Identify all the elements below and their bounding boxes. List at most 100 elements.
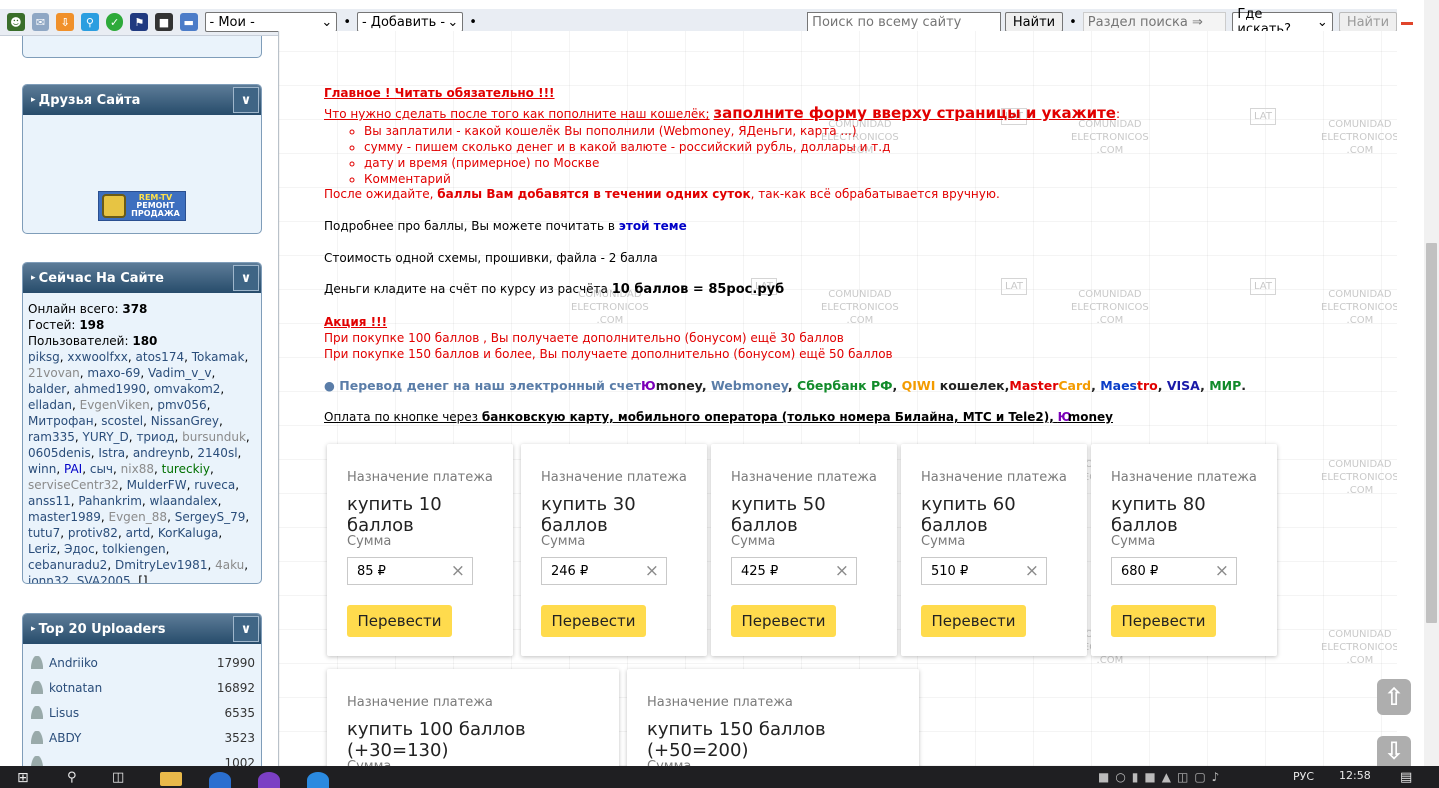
rem-tv-banner[interactable]: REM-TV РЕМОНТ ПРОДАЖА bbox=[98, 191, 186, 221]
section-search-input[interactable]: Раздел поиска ⇒ bbox=[1082, 12, 1227, 32]
online-user-link[interactable]: Vadim_v_v bbox=[148, 366, 211, 380]
online-user-link[interactable]: Istra bbox=[98, 446, 125, 460]
transfer-button[interactable]: Перевести bbox=[1111, 605, 1216, 637]
online-user-link[interactable]: protiv82 bbox=[68, 526, 118, 540]
uploader-name-text[interactable]: ABDY bbox=[49, 731, 81, 745]
online-user-link[interactable]: PAI bbox=[64, 462, 82, 476]
chip-icon[interactable]: ■ bbox=[155, 13, 173, 31]
where-search-select[interactable]: Где искать? ⌄ bbox=[1232, 7, 1333, 37]
uploader-name[interactable]: Lisus bbox=[31, 706, 79, 720]
uploader-name-text[interactable]: kotnatan bbox=[49, 681, 102, 695]
online-user-link[interactable]: YURY_D bbox=[83, 430, 129, 444]
language-indicator[interactable]: РУС bbox=[1293, 770, 1314, 783]
online-user-link[interactable]: tolkiengen bbox=[102, 542, 165, 556]
online-user-link[interactable]: bursunduk bbox=[182, 430, 246, 444]
online-user-link[interactable]: andreynb bbox=[133, 446, 190, 460]
online-user-link[interactable]: сыч bbox=[90, 462, 113, 476]
sum-value[interactable]: 425 ₽ bbox=[741, 564, 778, 579]
scroll-up-arrow-icon[interactable]: ⇧ bbox=[1377, 679, 1411, 715]
page-scrollbar[interactable] bbox=[1424, 0, 1439, 766]
chevron-down-icon[interactable]: ∨ bbox=[233, 616, 259, 642]
uploader-name-text[interactable]: Andriiko bbox=[49, 656, 98, 670]
fill-form-link[interactable]: заполните форму вверху страницы и укажит… bbox=[713, 104, 1116, 122]
sum-value[interactable]: 246 ₽ bbox=[551, 564, 588, 579]
online-user-link[interactable]: nix88 bbox=[121, 462, 154, 476]
flag-icon[interactable]: ⚑ bbox=[130, 13, 149, 31]
online-user-link[interactable]: триод bbox=[136, 430, 174, 444]
online-user-link[interactable]: EvgenViken bbox=[80, 398, 150, 412]
online-user-link[interactable]: master1989 bbox=[28, 510, 101, 524]
transfer-button[interactable]: Перевести bbox=[347, 605, 452, 637]
online-user-link[interactable]: elladan bbox=[28, 398, 72, 412]
online-user-link[interactable]: omvakom2 bbox=[154, 382, 221, 396]
clear-icon[interactable]: × bbox=[645, 562, 659, 580]
sum-input[interactable]: 425 ₽ × bbox=[731, 557, 857, 585]
online-user-link[interactable]: Tokamak bbox=[192, 350, 245, 364]
online-user-link[interactable]: cebanuradu2 bbox=[28, 558, 107, 572]
download-icon[interactable]: ⇩ bbox=[56, 13, 75, 31]
online-user-link[interactable]: [] bbox=[138, 574, 147, 583]
online-user-link[interactable]: tutu7 bbox=[28, 526, 60, 540]
windows-start-icon[interactable]: ⊞ bbox=[17, 770, 29, 786]
task-view-icon[interactable]: ◫ bbox=[112, 770, 124, 785]
online-user-link[interactable]: jonn32 bbox=[28, 574, 69, 583]
chevron-down-icon[interactable]: ∨ bbox=[233, 265, 259, 291]
sum-input[interactable]: 246 ₽ × bbox=[541, 557, 667, 585]
scroll-down-arrow-icon[interactable]: ⇩ bbox=[1377, 736, 1411, 766]
online-user-link[interactable]: ruveca bbox=[194, 478, 235, 492]
browser-icon[interactable] bbox=[209, 772, 231, 788]
clear-icon[interactable]: × bbox=[835, 562, 849, 580]
sum-value[interactable]: 510 ₽ bbox=[931, 564, 968, 579]
online-user-link[interactable]: DmitryLev1981 bbox=[115, 558, 208, 572]
search-button[interactable]: Найти bbox=[1004, 12, 1064, 32]
file-explorer-icon[interactable] bbox=[160, 772, 182, 786]
search-icon[interactable]: ⚲ bbox=[81, 13, 99, 31]
online-user-link[interactable]: artd bbox=[126, 526, 151, 540]
online-user-link[interactable]: NissanGrey bbox=[151, 414, 219, 428]
clock[interactable]: 12:58 bbox=[1339, 769, 1371, 782]
online-user-link[interactable]: 2140sl bbox=[197, 446, 237, 460]
more-link[interactable]: этой теме bbox=[619, 219, 687, 233]
book-icon[interactable]: ▬ bbox=[179, 13, 198, 31]
online-user-link[interactable]: Leriz bbox=[28, 542, 56, 556]
mine-select[interactable]: - Мои - ⌄ bbox=[204, 12, 338, 32]
online-user-link[interactable]: 0605denis bbox=[28, 446, 91, 460]
sum-input[interactable]: 85 ₽ × bbox=[347, 557, 473, 585]
online-user-link[interactable]: MulderFW bbox=[127, 478, 187, 492]
scrollbar-thumb[interactable] bbox=[1426, 243, 1437, 623]
search-icon[interactable]: ⚲ bbox=[67, 770, 77, 785]
online-user-link[interactable]: atos174 bbox=[136, 350, 185, 364]
site-search-input[interactable]: Поиск по всему сайту bbox=[807, 12, 1001, 32]
uploader-name[interactable]: ABDY bbox=[31, 731, 81, 745]
clear-icon[interactable]: × bbox=[451, 562, 465, 580]
online-user-link[interactable]: 21vovan bbox=[28, 366, 80, 380]
online-user-link[interactable]: Митрофан bbox=[28, 414, 94, 428]
online-user-link[interactable]: winn bbox=[28, 462, 56, 476]
online-user-link[interactable]: SVA2005 bbox=[77, 574, 131, 583]
sum-value[interactable]: 85 ₽ bbox=[357, 564, 386, 579]
online-user-link[interactable]: ram335 bbox=[28, 430, 75, 444]
user-icon[interactable]: ☻ bbox=[7, 13, 25, 31]
clear-icon[interactable]: × bbox=[1025, 562, 1039, 580]
mail-icon[interactable]: ✉ bbox=[31, 13, 50, 31]
online-user-link[interactable]: serviseCentr32 bbox=[28, 478, 119, 492]
sum-input[interactable]: 680 ₽ × bbox=[1111, 557, 1237, 585]
transfer-button[interactable]: Перевести bbox=[731, 605, 836, 637]
uploader-name[interactable]: Andriiko bbox=[31, 656, 98, 670]
online-user-link[interactable]: maxo-69 bbox=[87, 366, 140, 380]
online-user-link[interactable]: ahmed1990 bbox=[74, 382, 146, 396]
uploader-name-text[interactable]: Lisus bbox=[49, 706, 79, 720]
app-icon[interactable] bbox=[307, 772, 329, 788]
online-user-link[interactable]: piksg bbox=[28, 350, 60, 364]
uploader-name[interactable]: kotnatan bbox=[31, 681, 102, 695]
search-button-disabled[interactable]: Найти bbox=[1338, 12, 1398, 32]
online-user-link[interactable]: anss11 bbox=[28, 494, 71, 508]
sum-input[interactable]: 510 ₽ × bbox=[921, 557, 1047, 585]
transfer-button[interactable]: Перевести bbox=[541, 605, 646, 637]
online-user-link[interactable]: 4aku bbox=[215, 558, 244, 572]
sum-value[interactable]: 680 ₽ bbox=[1121, 564, 1158, 579]
online-user-link[interactable]: Pahankrim bbox=[78, 494, 142, 508]
chevron-down-icon[interactable]: ∨ bbox=[233, 87, 259, 113]
online-user-link[interactable]: Evgen_88 bbox=[109, 510, 168, 524]
online-user-link[interactable]: KorKaluga bbox=[158, 526, 218, 540]
